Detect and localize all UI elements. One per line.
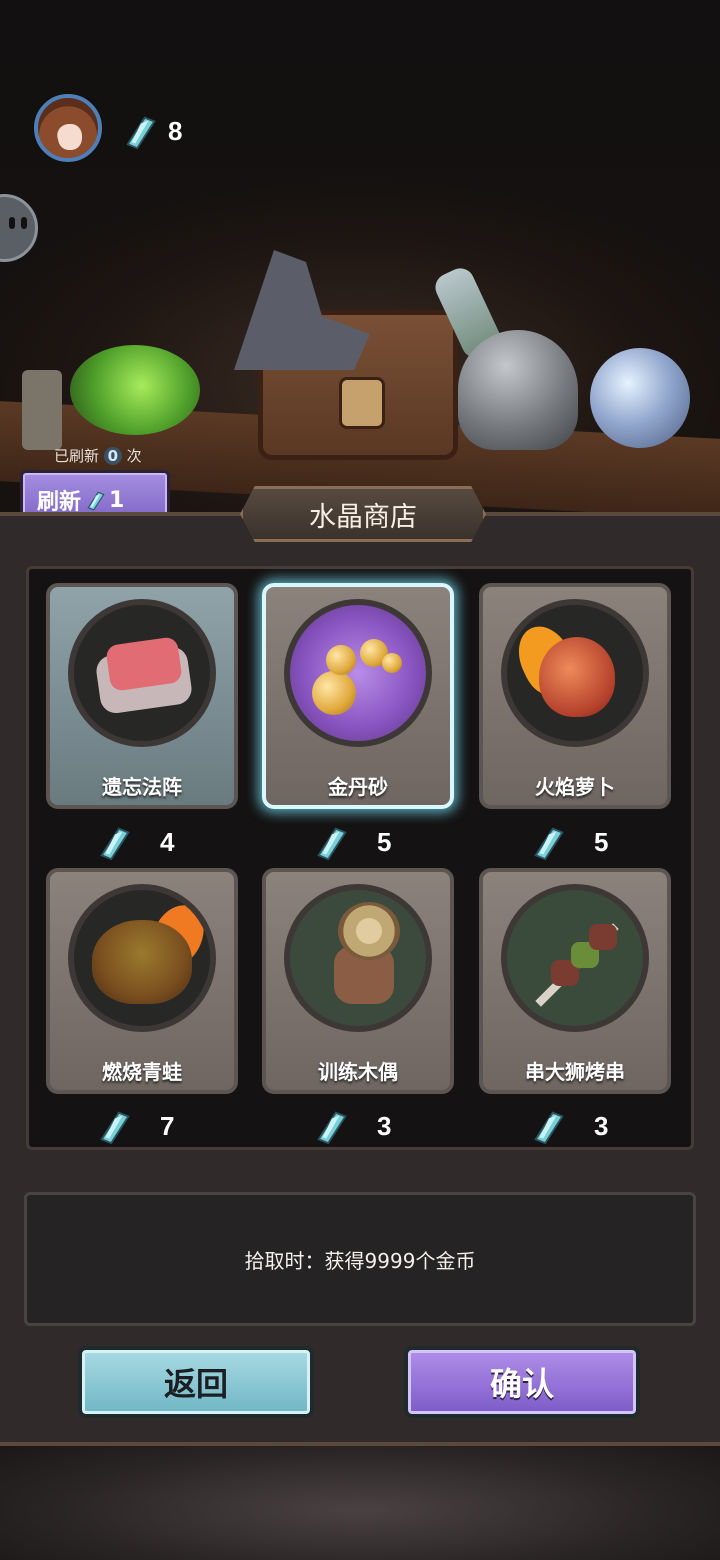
item-name: 火焰萝卜 — [535, 775, 615, 799]
floor — [0, 1440, 720, 1560]
shop-item-card-selected[interactable]: 金丹砂 — [262, 583, 454, 809]
item-icon-frame — [284, 884, 432, 1032]
item-name: 金丹砂 — [328, 775, 388, 799]
candle-decoration — [22, 370, 62, 450]
kebab-meat — [589, 924, 617, 950]
gold-pill — [382, 653, 402, 673]
helmet-decoration — [458, 330, 578, 450]
item-icon-frame — [284, 599, 432, 747]
item-price: 4 — [96, 822, 174, 862]
item-price: 3 — [530, 1106, 608, 1146]
crystal-icon — [85, 489, 107, 511]
item-price: 5 — [530, 822, 608, 862]
confirm-button[interactable]: 确认 — [404, 1346, 640, 1418]
crystal-icon — [530, 823, 568, 861]
refresh-counter-suffix: 次 — [126, 447, 142, 465]
price-value: 3 — [594, 1110, 609, 1141]
item-description: 拾取时：获得9999个金币 — [244, 1248, 476, 1273]
price-value: 3 — [377, 1110, 392, 1141]
shop-title-text: 水晶商店 — [309, 501, 417, 533]
refresh-counter-prefix: 已刷新 — [54, 447, 100, 465]
lock-icon — [339, 377, 385, 429]
gold-pill-icon — [312, 671, 356, 715]
crystal-icon — [313, 1107, 351, 1145]
refresh-cost: 1 — [109, 487, 125, 513]
crystal-orb-decoration — [590, 348, 690, 448]
shop-title: 水晶商店 — [240, 486, 486, 542]
item-description-box: 拾取时：获得9999个金币 — [24, 1192, 696, 1326]
fire-radish-icon — [539, 637, 615, 717]
shop-item-card[interactable]: 火焰萝卜 — [479, 583, 671, 809]
price-value: 7 — [160, 1110, 175, 1141]
crystal-icon — [530, 1107, 568, 1145]
crystal-icon — [313, 823, 351, 861]
refresh-count: 0 — [103, 447, 122, 465]
item-price: 3 — [313, 1106, 391, 1146]
burning-frog-icon — [92, 920, 192, 1004]
item-name: 遗忘法阵 — [102, 775, 182, 799]
back-button[interactable]: 返回 — [78, 1346, 314, 1418]
crystal-icon — [122, 112, 160, 150]
shop-item-card[interactable]: 燃烧青蛙 — [46, 868, 238, 1094]
price-value: 5 — [594, 826, 609, 857]
item-icon-frame — [68, 599, 216, 747]
crystal-icon — [96, 823, 134, 861]
price-value: 5 — [377, 826, 392, 857]
item-icon-frame — [501, 884, 649, 1032]
item-name: 燃烧青蛙 — [102, 1060, 182, 1084]
egg-decoration — [70, 345, 200, 435]
training-dummy-icon — [338, 902, 400, 960]
player-avatar[interactable] — [34, 94, 102, 162]
item-name: 串大狮烤串 — [525, 1060, 625, 1084]
confirm-button-label: 确认 — [489, 1365, 554, 1403]
item-icon-frame — [68, 884, 216, 1032]
refresh-counter: 已刷新 0 次 — [54, 445, 142, 466]
shop-item-card[interactable]: 训练木偶 — [262, 868, 454, 1094]
item-price: 5 — [313, 822, 391, 862]
crystal-count: 8 — [168, 116, 183, 146]
shop-item-card[interactable]: 遗忘法阵 — [46, 583, 238, 809]
price-value: 4 — [160, 826, 175, 857]
item-name: 训练木偶 — [318, 1060, 398, 1084]
back-button-label: 返回 — [163, 1365, 228, 1403]
crystal-icon — [96, 1107, 134, 1145]
shop-item-card[interactable]: 串大狮烤串 — [479, 868, 671, 1094]
item-icon-frame — [501, 599, 649, 747]
gold-pill — [326, 645, 356, 675]
item-price: 7 — [96, 1106, 174, 1146]
